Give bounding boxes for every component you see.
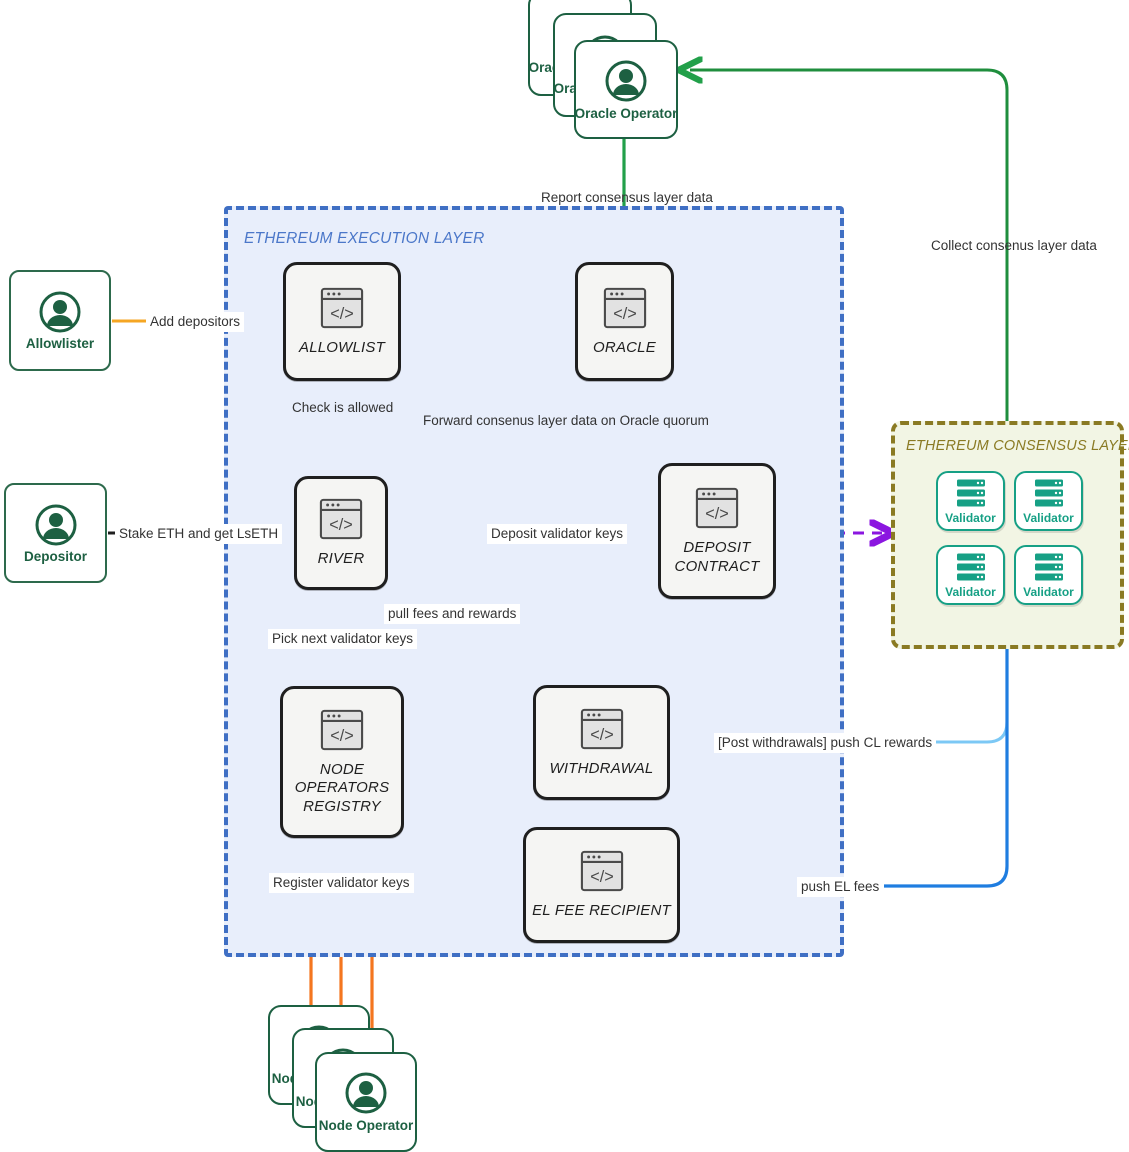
validator-node-2[interactable]: Validator [1014, 471, 1083, 531]
server-icon [1034, 479, 1063, 506]
allowlister-label: Allowlister [25, 336, 95, 351]
code-window-icon: </> [320, 287, 364, 329]
user-icon [605, 60, 647, 101]
validator-node-3[interactable]: Validator [936, 545, 1005, 605]
oracle-operator-card-front[interactable]: Oracle Operator [574, 40, 678, 139]
actor-oracle-operator-stack[interactable]: Oracle Operator Oracle Operator Oracle O… [528, 0, 678, 145]
consensus-layer-title: ETHEREUM CONSENSUS LAYER [906, 438, 1129, 454]
actor-allowlister[interactable]: Allowlister [9, 270, 111, 371]
validator-label: Validator [945, 584, 996, 599]
edge-label-push-el-fees: push EL fees [797, 877, 884, 897]
contract-withdrawal[interactable]: </> WITHDRAWAL [533, 685, 670, 800]
svg-text:</>: </> [329, 516, 353, 534]
svg-text:</>: </> [590, 868, 614, 886]
contract-node-operators-registry[interactable]: </> NODE OPERATORS REGISTRY [280, 686, 404, 838]
contract-label: DEPOSIT CONTRACT [674, 539, 760, 575]
edge-label-check-is-allowed: Check is allowed [292, 400, 394, 415]
user-icon [35, 504, 76, 545]
execution-layer-title: ETHEREUM EXECUTION LAYER [244, 230, 485, 247]
contract-el-fee-recipient[interactable]: </> EL FEE RECIPIENT [523, 827, 680, 943]
oracle-operator-label: Oracle Operator [574, 105, 678, 121]
code-window-icon: </> [695, 488, 739, 529]
svg-text:</>: </> [590, 726, 614, 744]
node-operator-card-front[interactable]: Node Operator [315, 1052, 417, 1152]
svg-text:</>: </> [330, 305, 354, 323]
contract-deposit-contract[interactable]: </> DEPOSIT CONTRACT [658, 463, 776, 599]
server-icon [956, 479, 985, 506]
edge-label-deposit-validator-keys: Deposit validator keys [487, 524, 628, 544]
code-window-icon: </> [603, 287, 646, 329]
contract-label: NODE OPERATORS REGISTRY [294, 761, 390, 815]
user-icon [39, 291, 81, 333]
edge-label-collect-consensus-layer-data: Collect consenus layer data [931, 238, 1097, 253]
contract-river[interactable]: </> RIVER [294, 476, 388, 590]
server-icon [956, 553, 985, 580]
validator-node-1[interactable]: Validator [936, 471, 1005, 531]
edge-label-pick-next-validator-keys: Pick next validator keys [268, 629, 418, 649]
code-window-icon: </> [319, 499, 363, 540]
contract-label: WITHDRAWAL [549, 759, 654, 777]
validator-node-4[interactable]: Validator [1014, 545, 1083, 605]
node-operator-label: Node Operator [318, 1118, 414, 1133]
server-icon [1034, 553, 1063, 580]
contract-label: EL FEE RECIPIENT [532, 902, 671, 920]
edge-label-forward-consensus-layer-data: Forward consenus layer data on Oracle qu… [423, 413, 709, 428]
validator-label: Validator [945, 510, 996, 525]
contract-oracle[interactable]: </> ORACLE [575, 262, 674, 381]
edge-label-post-withdrawals-push-cl-rewards: [Post withdrawals] push CL rewards [714, 733, 937, 753]
edge-label-report-consensus-layer-data: Report consensus layer data [541, 190, 713, 205]
edge-label-add-depositors: Add depositors [146, 312, 245, 332]
edge-label-pull-fees-and-rewards: pull fees and rewards [384, 604, 521, 624]
edge-label-stake-eth: Stake ETH and get LsETH [115, 524, 283, 544]
svg-text:</>: </> [613, 305, 637, 323]
contract-label: RIVER [317, 550, 365, 568]
svg-text:</>: </> [330, 727, 354, 745]
code-window-icon: </> [320, 709, 364, 751]
user-icon [345, 1072, 387, 1114]
edge-label-register-validator-keys: Register validator keys [269, 873, 414, 893]
validator-label: Validator [1023, 584, 1074, 599]
actor-node-operator-stack[interactable]: Node Operator Node Operator Node Operato… [268, 1005, 418, 1152]
actor-depositor[interactable]: Depositor [4, 483, 107, 583]
ethereum-consensus-layer-zone [891, 421, 1124, 649]
validator-label: Validator [1023, 510, 1074, 525]
svg-text:</>: </> [705, 505, 729, 523]
contract-label: ALLOWLIST [299, 338, 385, 356]
contract-label: ORACLE [593, 338, 656, 356]
code-window-icon: </> [580, 851, 623, 892]
contract-allowlist[interactable]: </> ALLOWLIST [283, 262, 401, 381]
depositor-label: Depositor [23, 548, 87, 564]
code-window-icon: </> [580, 708, 623, 750]
diagram-canvas: ETHEREUM EXECUTION LAYER ETHEREUM CONSEN… [0, 0, 1129, 1152]
